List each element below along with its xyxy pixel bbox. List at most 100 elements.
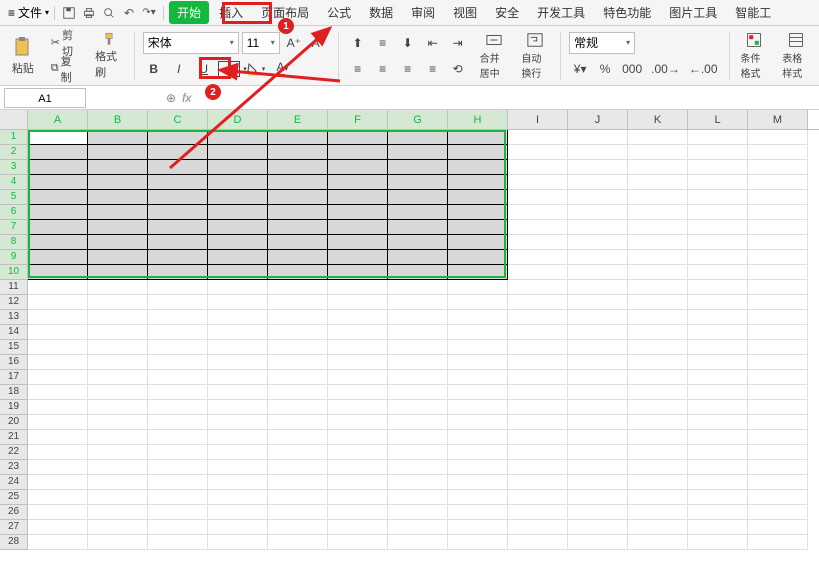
cell[interactable]	[328, 265, 388, 280]
cell[interactable]	[328, 325, 388, 340]
cell[interactable]	[448, 445, 508, 460]
cell[interactable]	[268, 430, 328, 445]
tab-data[interactable]: 数据	[361, 1, 401, 24]
cell[interactable]	[748, 250, 808, 265]
cell[interactable]	[688, 505, 748, 520]
increase-font-button[interactable]: A⁺	[283, 32, 305, 54]
cell[interactable]	[388, 295, 448, 310]
cell[interactable]	[88, 310, 148, 325]
cell[interactable]	[28, 370, 88, 385]
cell[interactable]	[448, 535, 508, 550]
row-header[interactable]: 12	[0, 295, 28, 310]
column-header[interactable]: I	[508, 110, 568, 129]
cell[interactable]	[328, 355, 388, 370]
increase-indent-button[interactable]: ⇥	[447, 32, 469, 54]
cell[interactable]	[148, 535, 208, 550]
cell[interactable]	[508, 130, 568, 145]
cell[interactable]	[88, 250, 148, 265]
cell[interactable]	[508, 520, 568, 535]
cell[interactable]	[748, 205, 808, 220]
cell[interactable]	[688, 265, 748, 280]
cell[interactable]	[88, 340, 148, 355]
cell[interactable]	[628, 190, 688, 205]
cell[interactable]	[28, 190, 88, 205]
cell[interactable]	[448, 325, 508, 340]
cell[interactable]	[388, 505, 448, 520]
cell[interactable]	[328, 310, 388, 325]
column-header[interactable]: C	[148, 110, 208, 129]
cell[interactable]	[328, 145, 388, 160]
cell[interactable]	[388, 370, 448, 385]
cell[interactable]	[268, 490, 328, 505]
cell[interactable]	[28, 325, 88, 340]
cell[interactable]	[748, 475, 808, 490]
cell[interactable]	[28, 145, 88, 160]
cell[interactable]	[568, 490, 628, 505]
cell[interactable]	[688, 340, 748, 355]
tab-security[interactable]: 安全	[487, 1, 527, 24]
cell[interactable]	[748, 145, 808, 160]
cell[interactable]	[328, 250, 388, 265]
cell[interactable]	[508, 355, 568, 370]
cell[interactable]	[508, 415, 568, 430]
cell[interactable]	[208, 430, 268, 445]
cell[interactable]	[688, 535, 748, 550]
cell[interactable]	[628, 355, 688, 370]
cell[interactable]	[148, 130, 208, 145]
cell[interactable]	[208, 280, 268, 295]
cell[interactable]	[328, 235, 388, 250]
cell[interactable]	[28, 265, 88, 280]
cell[interactable]	[688, 520, 748, 535]
fx-label[interactable]: ⊕	[166, 91, 176, 105]
cell[interactable]	[328, 430, 388, 445]
cell[interactable]	[148, 430, 208, 445]
column-header[interactable]: B	[88, 110, 148, 129]
cell[interactable]	[328, 490, 388, 505]
cell[interactable]	[568, 460, 628, 475]
cell[interactable]	[208, 535, 268, 550]
column-header[interactable]: M	[748, 110, 808, 129]
cell[interactable]	[148, 250, 208, 265]
column-header[interactable]: D	[208, 110, 268, 129]
cut-button[interactable]: ✂剪切	[48, 32, 84, 54]
cell[interactable]	[628, 430, 688, 445]
italic-button[interactable]: I	[168, 58, 190, 80]
cell[interactable]	[88, 490, 148, 505]
cell[interactable]	[148, 505, 208, 520]
column-header[interactable]: E	[268, 110, 328, 129]
cell[interactable]	[568, 385, 628, 400]
row-header[interactable]: 17	[0, 370, 28, 385]
cell[interactable]	[508, 505, 568, 520]
cell[interactable]	[508, 475, 568, 490]
cell[interactable]	[388, 145, 448, 160]
cell[interactable]	[508, 145, 568, 160]
cell[interactable]	[568, 250, 628, 265]
cell[interactable]	[268, 175, 328, 190]
spreadsheet-grid[interactable]: ABCDEFGHIJKLM123456789101112131415161718…	[0, 110, 819, 550]
conditional-format-button[interactable]: 条件格式	[737, 32, 771, 80]
cell[interactable]	[148, 340, 208, 355]
cell[interactable]	[328, 370, 388, 385]
cell[interactable]	[388, 235, 448, 250]
cell[interactable]	[748, 280, 808, 295]
column-header[interactable]: K	[628, 110, 688, 129]
cell[interactable]	[208, 460, 268, 475]
cell[interactable]	[148, 280, 208, 295]
increase-decimal-button[interactable]: .00→	[648, 58, 683, 80]
cell[interactable]	[748, 325, 808, 340]
cell[interactable]	[268, 415, 328, 430]
undo-icon[interactable]: ↶	[120, 4, 138, 22]
cell[interactable]	[748, 310, 808, 325]
cell[interactable]	[628, 445, 688, 460]
tab-formulas[interactable]: 公式	[319, 1, 359, 24]
cell[interactable]	[628, 130, 688, 145]
cell[interactable]	[448, 280, 508, 295]
cell[interactable]	[448, 505, 508, 520]
align-center-button[interactable]: ≡	[372, 58, 394, 80]
cell[interactable]	[748, 295, 808, 310]
cell[interactable]	[88, 160, 148, 175]
cell[interactable]	[148, 385, 208, 400]
cell[interactable]	[688, 385, 748, 400]
cell[interactable]	[208, 505, 268, 520]
cell[interactable]	[568, 400, 628, 415]
